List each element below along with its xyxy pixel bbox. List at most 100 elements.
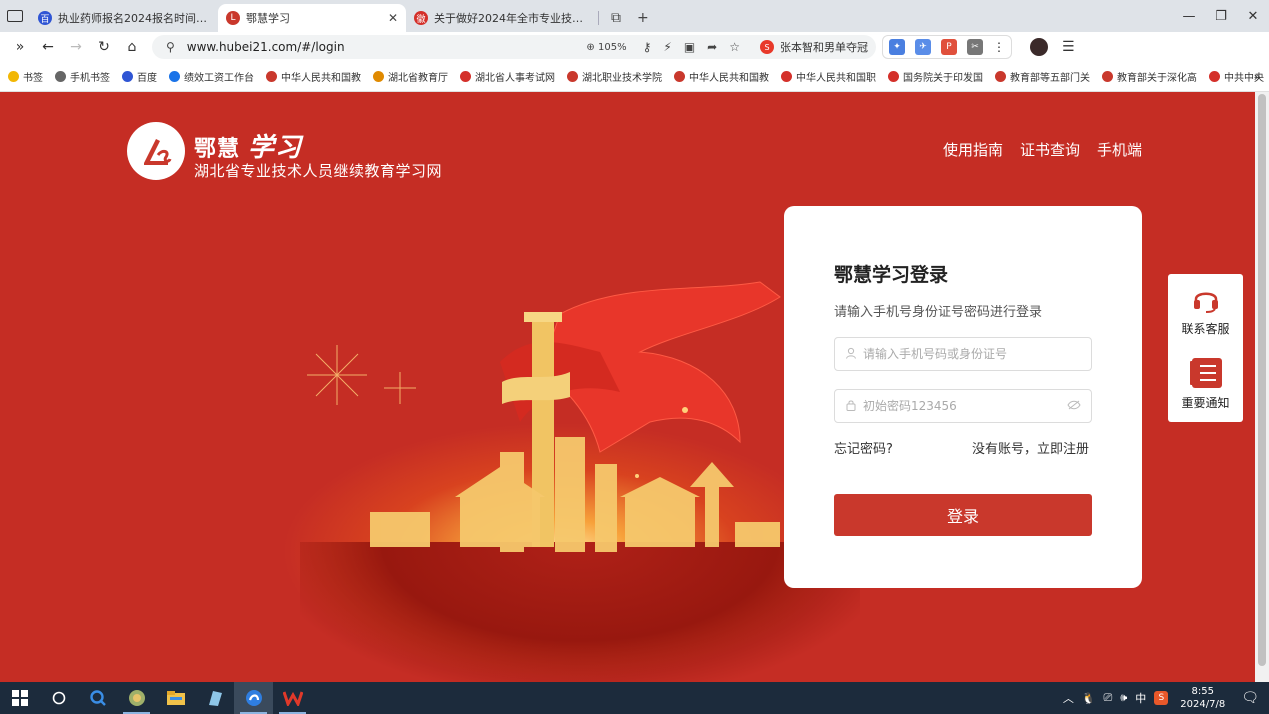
nav-certificate-lookup[interactable]: 证书查询: [1020, 139, 1080, 160]
translate-extension-icon[interactable]: ✈: [915, 39, 931, 55]
zoom-indicator[interactable]: ⊕ 105%: [586, 42, 626, 53]
bookmark-star-icon[interactable]: ☆: [729, 40, 740, 54]
search-suggestion[interactable]: S 张本智和男单夺冠: [760, 39, 868, 55]
reload-icon[interactable]: ↻: [90, 35, 118, 59]
tab-groups-icon[interactable]: ⧉: [603, 4, 629, 32]
minimize-icon[interactable]: —: [1173, 9, 1205, 24]
file-explorer-icon[interactable]: [156, 682, 195, 714]
bookmark-item[interactable]: 中华人民共和国教: [266, 69, 361, 84]
bookmark-item[interactable]: 湖北职业技术学院: [567, 69, 662, 84]
back-icon[interactable]: ←: [34, 35, 62, 59]
more-bookmarks-icon[interactable]: »: [1254, 70, 1261, 84]
restore-icon[interactable]: ❐: [1205, 9, 1237, 24]
volume-icon[interactable]: 🕪: [1120, 691, 1127, 705]
cut-extension-icon[interactable]: ✂: [967, 39, 983, 55]
account-input[interactable]: [863, 347, 1081, 361]
notification-center-icon[interactable]: 🗨: [1241, 690, 1259, 706]
photo-app-icon[interactable]: [117, 682, 156, 714]
new-tab-button[interactable]: +: [629, 4, 657, 32]
window-controls: — ❐ ✕: [1173, 0, 1269, 32]
important-notice-button[interactable]: 重要通知: [1168, 356, 1243, 411]
nav-mobile[interactable]: 手机端: [1097, 139, 1142, 160]
ai-extension-icon[interactable]: ✦: [889, 39, 905, 55]
ime-indicator[interactable]: 中: [1135, 690, 1146, 706]
window-menu-button[interactable]: [0, 0, 30, 32]
scrollbar-thumb[interactable]: [1258, 94, 1266, 666]
start-button[interactable]: [0, 682, 39, 714]
cortana-icon[interactable]: [39, 682, 78, 714]
sogou-ime-icon[interactable]: S: [1154, 691, 1169, 705]
home-icon[interactable]: ⌂: [118, 35, 146, 59]
windows-taskbar: ︿ 🐧 ⎚ 🕪 中 S 8:55 2024/7/8 🗨: [0, 682, 1269, 714]
qq-icon[interactable]: 🐧: [1082, 692, 1096, 705]
bookmark-item[interactable]: 教育部关于深化高: [1102, 69, 1197, 84]
bookmark-item[interactable]: 教育部等五部门关: [995, 69, 1090, 84]
register-link[interactable]: 没有账号，立即注册: [972, 438, 1089, 457]
menu-icon[interactable]: ☰: [1062, 39, 1075, 55]
bookmark-label: 绩效工资工作台: [184, 73, 254, 84]
bookmark-item[interactable]: 湖北省教育厅: [373, 69, 448, 84]
baidu-icon: 百: [38, 11, 52, 25]
clock-time: 8:55: [1191, 686, 1214, 697]
notice-document-icon: [1168, 356, 1243, 388]
bookmark-item[interactable]: 百度: [122, 69, 157, 84]
hide-password-icon[interactable]: [1067, 400, 1081, 413]
bookmark-item[interactable]: 手机书签: [55, 69, 110, 84]
headset-icon: [1168, 286, 1243, 314]
password-field[interactable]: [834, 389, 1092, 423]
chevron-up-icon[interactable]: ︿: [1063, 690, 1074, 706]
search-app-icon[interactable]: [78, 682, 117, 714]
bookmark-label: 湖北省人事考试网: [475, 73, 555, 84]
network-icon[interactable]: ⎚: [1104, 691, 1113, 705]
bookmark-label: 手机书签: [70, 73, 110, 84]
notebook-app-icon[interactable]: [195, 682, 234, 714]
bookmarks-bar: 书签 手机书签 百度 绩效工资工作台 中华人民共和国教 湖北省教育厅 湖北省人事考试网 湖北职…: [0, 62, 1269, 92]
bookmark-item[interactable]: 绩效工资工作台: [169, 69, 254, 84]
bookmark-item[interactable]: 书签: [8, 69, 43, 84]
url-text[interactable]: www.hubei21.com/#/login: [187, 40, 587, 54]
bookmark-favicon-icon: [674, 71, 685, 82]
key-icon[interactable]: ⚷: [643, 40, 652, 54]
search-suggestion-text: 张本智和男单夺冠: [780, 41, 868, 54]
share-icon[interactable]: ➦: [707, 40, 717, 54]
browser-tab[interactable]: 徽 关于做好2024年全市专业技术人: [406, 4, 594, 32]
bookmark-item[interactable]: 中华人民共和国职: [781, 69, 876, 84]
wps-app-icon[interactable]: [273, 682, 312, 714]
address-bar[interactable]: ⚲ www.hubei21.com/#/login ⊕ 105% ⚷ ⚡ ▣ ➦…: [152, 35, 876, 59]
login-title: 鄂慧学习登录: [834, 264, 949, 286]
profile-avatar[interactable]: [1030, 38, 1048, 56]
nav-user-guide[interactable]: 使用指南: [943, 139, 1003, 160]
sidebar-toggle-icon[interactable]: »: [6, 35, 34, 59]
bookmark-favicon-icon: [1209, 71, 1220, 82]
browser-toolbar: » ← → ↻ ⌂ ⚲ www.hubei21.com/#/login ⊕ 10…: [0, 32, 1269, 62]
zoom-level: 105%: [598, 41, 627, 53]
bookmark-item[interactable]: 中华人民共和国教: [674, 69, 769, 84]
bookmark-favicon-icon: [781, 71, 792, 82]
lightning-icon[interactable]: ⚡: [663, 40, 671, 54]
page-scrollbar[interactable]: [1255, 92, 1269, 682]
forgot-password-link[interactable]: 忘记密码?: [834, 438, 893, 457]
account-field[interactable]: [834, 337, 1092, 371]
login-button[interactable]: 登录: [834, 494, 1092, 536]
site-logo[interactable]: [127, 122, 185, 180]
close-tab-icon[interactable]: ✕: [388, 11, 398, 25]
bookmark-item[interactable]: 湖北省人事考试网: [460, 69, 555, 84]
system-clock[interactable]: 8:55 2024/7/8: [1180, 685, 1225, 711]
pdf-extension-icon[interactable]: P: [941, 39, 957, 55]
login-page: 鄂慧 学习 湖北省专业技术人员继续教育学习网 使用指南 证书查询 手机端 鄂慧学习…: [0, 92, 1255, 682]
star-icon: [8, 71, 19, 82]
forward-icon[interactable]: →: [62, 35, 90, 59]
close-window-icon[interactable]: ✕: [1237, 9, 1269, 24]
search-icon: ⚲: [166, 40, 175, 54]
browser-tab[interactable]: 百 执业药师报名2024报名时间_百度搜: [30, 4, 218, 32]
customer-service-button[interactable]: 联系客服: [1168, 286, 1243, 337]
site-logo-icon: L: [226, 11, 240, 25]
browser-app-icon[interactable]: [234, 682, 273, 714]
bookmark-favicon-icon: [122, 71, 133, 82]
bookmark-item[interactable]: 国务院关于印发国: [888, 69, 983, 84]
password-input[interactable]: [863, 399, 1067, 413]
browser-tab-active[interactable]: L 鄂慧学习 ✕: [218, 4, 406, 32]
more-vertical-icon[interactable]: ⋮: [993, 40, 1005, 54]
screenshot-icon[interactable]: ▣: [684, 40, 695, 54]
bookmark-label: 百度: [137, 73, 157, 84]
